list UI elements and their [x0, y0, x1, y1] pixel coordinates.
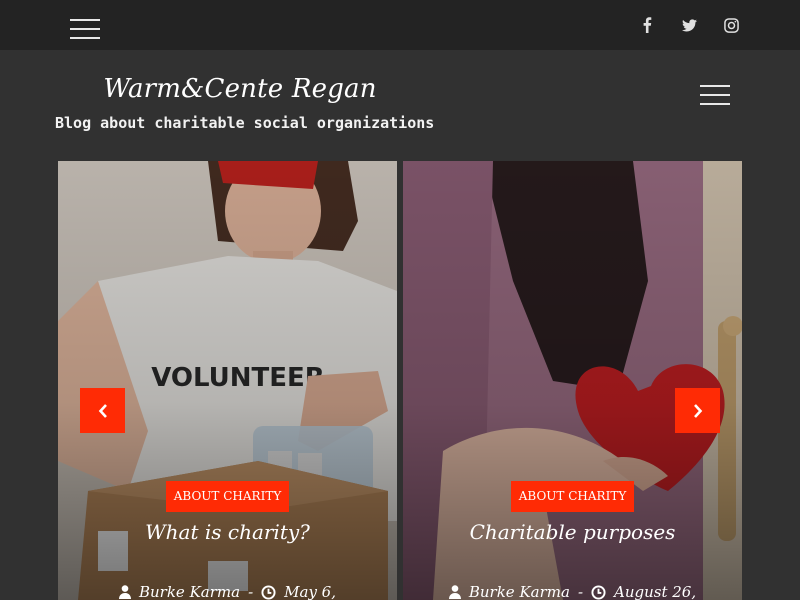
- menu-line: [70, 37, 100, 39]
- menu-line: [70, 19, 100, 21]
- instagram-icon[interactable]: [720, 14, 742, 36]
- top-bar: [0, 0, 800, 50]
- post-author[interactable]: Burke Karma: [469, 583, 570, 600]
- post-meta: Burke Karma - May 6,: [58, 583, 397, 600]
- slider-prev-button[interactable]: [80, 388, 125, 433]
- slide-caption: ABOUT CHARITY What is charity?: [58, 481, 397, 544]
- clock-icon: [261, 584, 276, 600]
- slider-next-button[interactable]: [675, 388, 720, 433]
- user-icon: [118, 585, 131, 599]
- main-menu-button[interactable]: [700, 85, 730, 105]
- post-title[interactable]: Charitable purposes: [470, 520, 676, 544]
- slide[interactable]: VOLUNTEER ABOUT CHARITY What is charity?…: [58, 161, 397, 600]
- site-title[interactable]: Warm&Cente Regan: [55, 74, 425, 104]
- category-badge[interactable]: ABOUT CHARITY: [165, 481, 290, 512]
- meta-separator: -: [248, 583, 254, 600]
- social-links: [636, 14, 742, 36]
- post-author[interactable]: Burke Karma: [139, 583, 240, 600]
- slide-caption: ABOUT CHARITY Charitable purposes: [403, 481, 742, 544]
- meta-separator: -: [577, 583, 584, 600]
- post-date[interactable]: August 26,: [614, 583, 696, 600]
- menu-line: [700, 103, 730, 105]
- top-menu-button[interactable]: [70, 19, 100, 39]
- post-date[interactable]: May 6,: [284, 583, 336, 600]
- twitter-icon[interactable]: [678, 14, 700, 36]
- facebook-icon[interactable]: [636, 14, 658, 36]
- slide[interactable]: ABOUT CHARITY Charitable purposes Burke …: [403, 161, 742, 600]
- menu-line: [700, 94, 730, 96]
- category-badge[interactable]: ABOUT CHARITY: [510, 481, 635, 512]
- site-branding: Warm&Cente Regan Blog about charitable s…: [55, 74, 435, 132]
- user-icon: [448, 585, 461, 599]
- site-tagline: Blog about charitable social organizatio…: [55, 114, 435, 132]
- post-slider: VOLUNTEER ABOUT CHARITY What is charity?…: [58, 161, 742, 600]
- chevron-left-icon: [98, 403, 107, 418]
- post-title[interactable]: What is charity?: [145, 520, 310, 544]
- menu-line: [700, 85, 730, 87]
- chevron-right-icon: [693, 403, 702, 418]
- clock-icon: [591, 584, 606, 600]
- menu-line: [70, 28, 100, 30]
- post-meta: Burke Karma - August 26,: [403, 583, 742, 600]
